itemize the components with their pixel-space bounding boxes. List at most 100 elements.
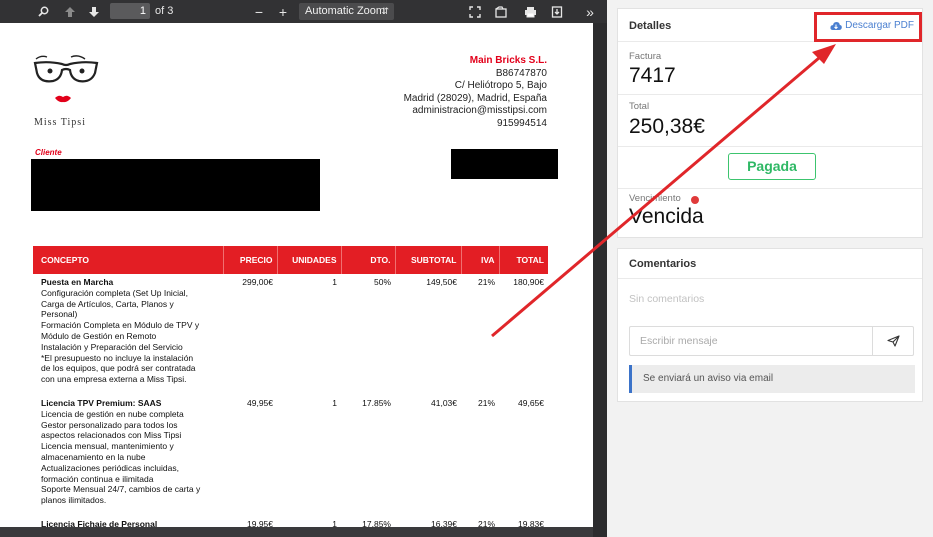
item-title: Licencia Fichaje de Personal <box>41 518 158 527</box>
logo-text: Miss Tipsi <box>34 117 86 128</box>
item-description-line: Licencia mensual, mantenimiento y <box>41 441 174 452</box>
pdf-page: Miss Tipsi Main Bricks S.L. B86747870 C/… <box>0 23 593 527</box>
table-row: Puesta en Marcha Configuración completa (… <box>33 274 548 395</box>
item-description-line: Gestor personalizado para todos los <box>41 419 178 430</box>
item-concept: Licencia Fichaje de PersonalCoste de fic… <box>33 516 223 527</box>
item-description-line: aspectos relacionados con Miss Tipsi <box>41 430 182 441</box>
item-total: 19,83€ <box>518 518 544 527</box>
item-subtotal: 149,50€ <box>426 277 457 287</box>
col-header-discount: DTO. <box>341 246 396 274</box>
item-description-line: almacenamiento en la nube <box>41 451 146 462</box>
item-description-line: *El presupuesto no incluye la instalació… <box>41 352 194 363</box>
company-tax-id: B86747870 <box>495 67 547 79</box>
item-discount: 17.85% <box>362 518 391 527</box>
company-name: Main Bricks S.L. <box>469 55 547 66</box>
due-label: Vencimiento <box>629 193 681 204</box>
item-description-line: de los equipos, que podrá ser contratada <box>41 363 196 374</box>
item-units: 1 <box>332 277 337 287</box>
item-description-line: formación continua e ilimitada <box>41 473 154 484</box>
item-subtotal: 16,39€ <box>431 518 457 527</box>
divider <box>618 278 922 279</box>
item-price: 299,00€ <box>242 277 273 287</box>
company-block: Main Bricks S.L. B86747870 C/ Heliótropo… <box>404 55 547 130</box>
item-description-line: Carga de Artículos, Carta, Planos y <box>41 298 174 309</box>
status-badge: Pagada <box>728 153 816 180</box>
item-description-line: Instalación y Preparación del Servicio <box>41 341 183 352</box>
page-count: of 3 <box>155 5 174 17</box>
item-total: 49,65€ <box>518 397 544 408</box>
company-city: Madrid (28029), Madrid, España <box>403 92 547 104</box>
invoice-number: 7417 <box>629 64 676 87</box>
item-description-line: Soporte Mensual 24/7, cambios de carta y <box>41 484 201 495</box>
item-description-line: Formación Completa en Módulo de TPV y <box>41 320 200 331</box>
item-discount: 50% <box>373 277 391 287</box>
search-icon[interactable] <box>34 0 52 23</box>
item-title: Puesta en Marcha <box>41 277 114 287</box>
zoom-select[interactable]: Automatic Zoom ⇵ <box>299 3 394 20</box>
col-header-vat: IVA <box>461 246 500 274</box>
client-label: Cliente <box>35 148 62 157</box>
print-icon[interactable] <box>520 0 540 23</box>
overdue-dot-icon <box>691 196 699 204</box>
logo-icon <box>33 55 99 103</box>
details-card: Detalles Descargar PDF Factura 7417 Tota… <box>617 8 923 238</box>
email-notice: Se enviará un aviso via email <box>629 365 915 393</box>
zoom-in-button[interactable]: + <box>276 0 290 23</box>
col-header-subtotal: SUBTOTAL <box>395 246 462 274</box>
empty-comments-text: Sin comentarios <box>629 293 705 305</box>
table-row: Licencia Fichaje de PersonalCoste de fic… <box>33 516 548 527</box>
company-phone: 915994514 <box>496 117 547 129</box>
item-vat: 21% <box>477 277 495 287</box>
col-header-concept: CONCEPTO <box>33 246 224 274</box>
total-label: Total <box>629 101 650 112</box>
item-price: 49,95€ <box>247 397 273 408</box>
redacted-client-info <box>31 159 320 211</box>
table-header-row: CONCEPTO PRECIO UNIDADES DTO. SUBTOTAL I… <box>33 246 548 274</box>
col-header-total: TOTAL <box>499 246 548 274</box>
comments-card: Comentarios Sin comentarios Escribir men… <box>617 248 923 402</box>
more-tools-icon[interactable]: » <box>580 0 600 23</box>
chevron-updown-icon: ⇵ <box>381 6 389 16</box>
download-icon[interactable] <box>547 0 567 23</box>
pdf-scrollbar[interactable] <box>593 23 607 537</box>
company-email: administracion@misstipsi.com <box>412 105 547 116</box>
annotation-highlight-box <box>814 12 922 42</box>
item-concept: Licencia TPV Premium: SAAS Licencia de ge… <box>33 395 223 516</box>
send-icon <box>886 335 900 347</box>
zoom-out-button[interactable]: − <box>252 0 266 23</box>
item-description-line: Actualizaciones periódicas incluidas, <box>41 462 179 473</box>
table-row: Licencia TPV Premium: SAAS Licencia de ge… <box>33 395 548 516</box>
item-description-line: Configuración completa (Set Up Inicial, <box>41 287 188 298</box>
item-units: 1 <box>332 397 337 408</box>
details-title: Detalles <box>629 20 672 32</box>
total-value: 250,38€ <box>629 115 705 138</box>
invoice-label: Factura <box>629 51 662 62</box>
next-page-icon[interactable] <box>84 0 104 23</box>
divider <box>618 94 922 95</box>
item-discount: 17.85% <box>362 397 391 408</box>
item-description-line: Módulo de Gestión en Remoto <box>41 330 157 341</box>
page-number-input[interactable]: 1 <box>110 3 150 19</box>
redacted-invoice-info <box>451 149 558 179</box>
fullscreen-icon[interactable] <box>466 0 484 23</box>
item-description-line: con una empresa externa a Miss Tipsi. <box>41 374 187 385</box>
send-button[interactable] <box>872 326 914 356</box>
divider <box>618 146 922 147</box>
item-vat: 21% <box>477 397 495 408</box>
comments-title: Comentarios <box>629 258 697 270</box>
item-units: 1 <box>332 518 337 527</box>
message-input[interactable]: Escribir mensaje <box>629 326 873 356</box>
item-title: Licencia TPV Premium: SAAS <box>41 397 162 408</box>
col-header-price: PRECIO <box>223 246 278 274</box>
open-file-icon[interactable] <box>492 0 510 23</box>
item-price: 19,95€ <box>247 518 273 527</box>
pdf-viewer: 1 of 3 − + Automatic Zoom ⇵ » Miss Tipsi… <box>0 0 607 537</box>
item-total: 180,90€ <box>513 277 544 287</box>
zoom-value: Automatic Zoom <box>305 5 386 17</box>
col-header-units: UNIDADES <box>277 246 342 274</box>
previous-page-icon[interactable] <box>60 0 80 23</box>
item-subtotal: 41,03€ <box>431 397 457 408</box>
due-value: Vencida <box>629 205 704 228</box>
pdf-toolbar: 1 of 3 − + Automatic Zoom ⇵ » <box>0 0 607 23</box>
side-panel: Detalles Descargar PDF Factura 7417 Tota… <box>607 0 933 537</box>
